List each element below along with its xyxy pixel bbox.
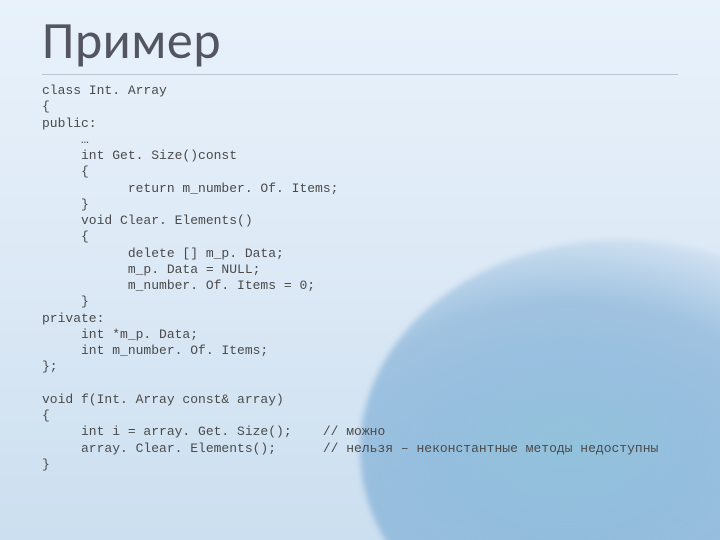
page-title: Пример bbox=[42, 8, 678, 72]
title-underline bbox=[42, 74, 678, 75]
slide: Пример class Int. Array { public: … int … bbox=[0, 0, 720, 540]
code-block: class Int. Array { public: … int Get. Si… bbox=[42, 83, 678, 473]
